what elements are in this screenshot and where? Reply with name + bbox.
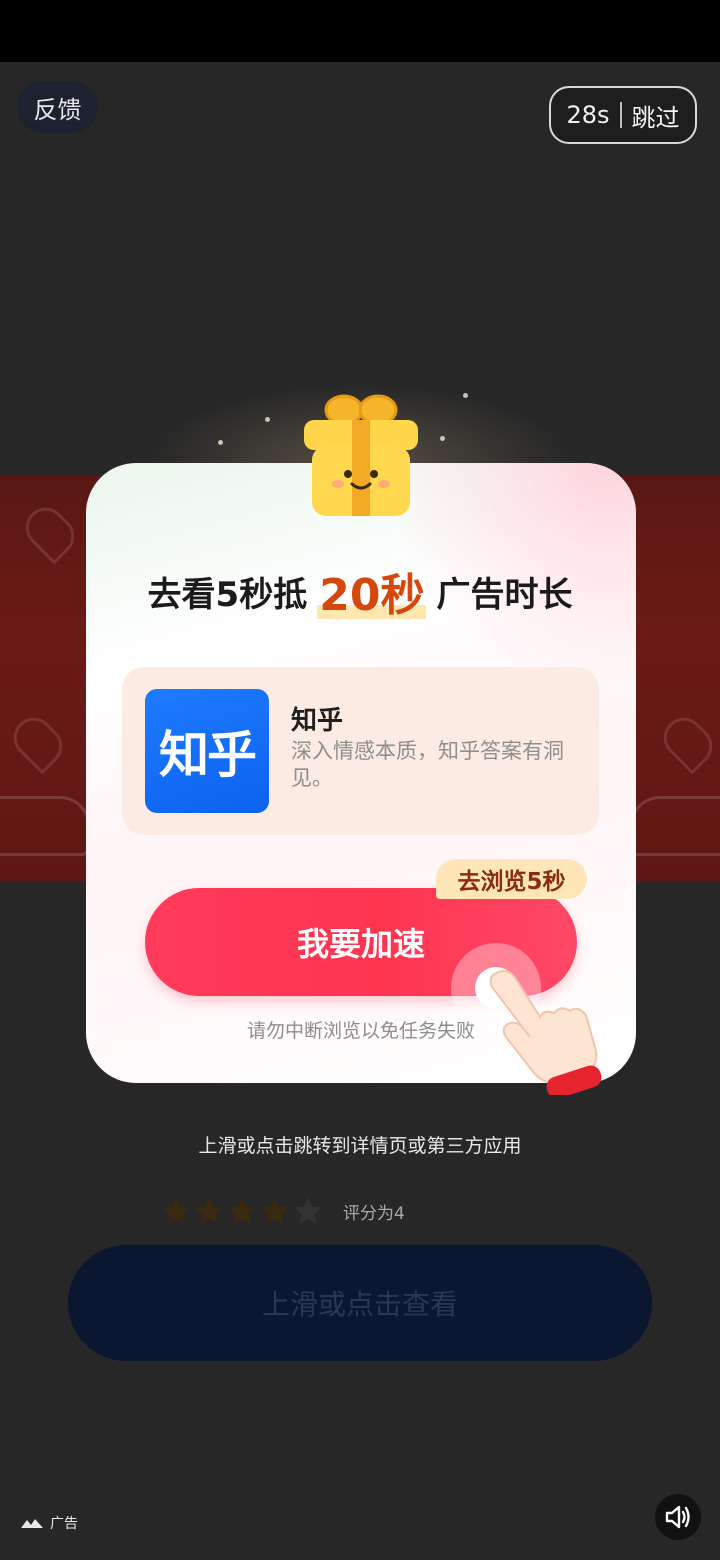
skip-button[interactable]: 28s 跳过 — [549, 86, 697, 144]
sparkle — [218, 440, 223, 445]
ad-label: 广告 — [20, 1512, 78, 1534]
view-details-button[interactable]: 上滑或点击查看 — [68, 1245, 652, 1361]
speaker-icon — [665, 1505, 690, 1529]
rating-text: 评分为4 — [343, 1204, 405, 1224]
sound-toggle-button[interactable] — [655, 1494, 701, 1540]
ad-logo-icon — [21, 1519, 43, 1528]
star-icon — [228, 1197, 256, 1224]
app-name: 知乎 — [291, 706, 344, 736]
car-icon — [630, 796, 720, 856]
sparkle — [265, 417, 270, 422]
star-icon — [261, 1197, 289, 1224]
map-pin-icon — [655, 709, 720, 775]
feedback-button[interactable]: 反馈 — [17, 81, 98, 133]
countdown-timer: 28s — [566, 101, 610, 129]
swipe-hint: 上滑或点击跳转到详情页或第三方应用 — [198, 1135, 522, 1157]
star-empty-icon — [294, 1197, 322, 1224]
title-highlight: 20秒 — [319, 570, 425, 621]
gift-box-icon — [304, 394, 418, 516]
title-prefix: 去看5秒抵 — [147, 574, 308, 615]
ad-label-text: 广告 — [50, 1516, 78, 1532]
star-icon — [195, 1197, 223, 1224]
star-rating — [160, 1193, 325, 1229]
skip-label: 跳过 — [631, 103, 680, 132]
title-suffix: 广告时长 — [436, 574, 573, 615]
star-icon — [162, 1197, 190, 1224]
divider — [619, 102, 622, 128]
map-pin-icon — [17, 499, 83, 565]
zhihu-app-icon[interactable]: 知乎 — [145, 689, 269, 813]
map-pin-icon — [5, 709, 71, 775]
browse-badge: 去浏览5秒 — [436, 859, 587, 899]
sparkle — [440, 436, 445, 441]
car-icon — [0, 796, 90, 856]
warning-text: 请勿中断浏览以免任务失败 — [246, 1020, 475, 1042]
sparkle — [463, 393, 468, 398]
reward-title: 去看5秒抵 20秒 广告时长 — [0, 563, 720, 621]
status-bar — [0, 0, 720, 62]
app-description: 深入情感本质，知乎答案有洞见。 — [291, 739, 564, 790]
